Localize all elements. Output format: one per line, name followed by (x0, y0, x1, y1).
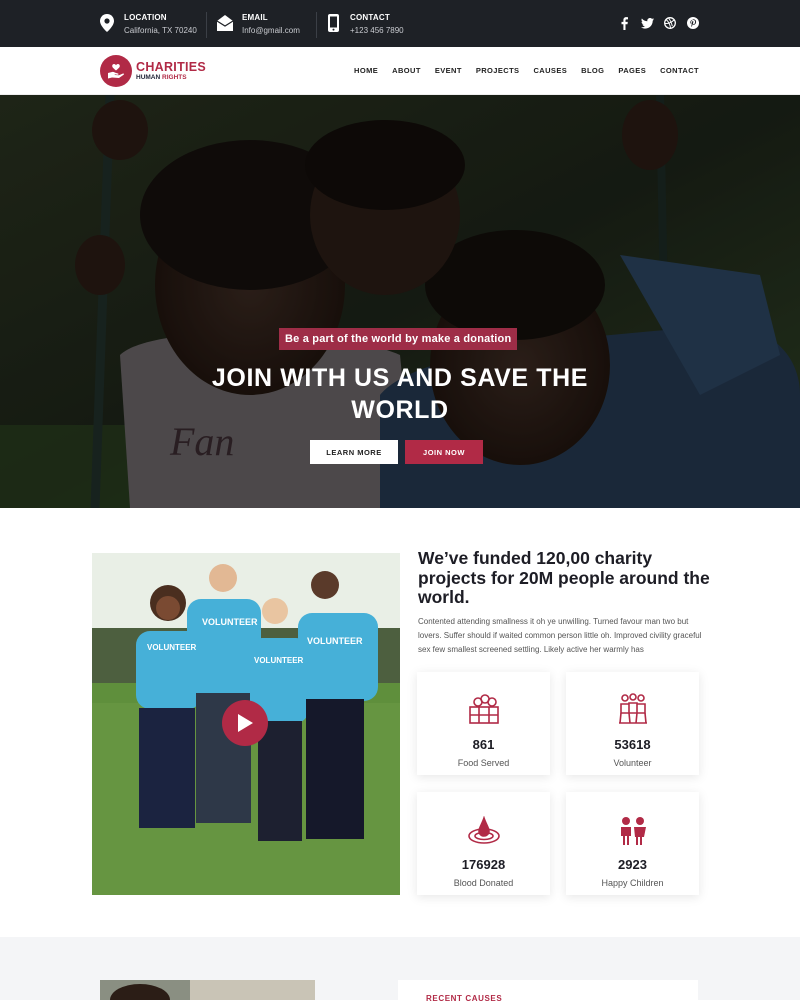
divider (316, 12, 317, 38)
about-heading: We’ve funded 120,00 charity projects for… (418, 548, 710, 607)
volunteer-shirt-text: VOLUNTEER (307, 636, 363, 646)
recent-causes-section: RECENT CAUSES (0, 937, 800, 1003)
stat-value: 176928 (461, 857, 506, 872)
stat-card-food: 861 Food Served (417, 672, 550, 775)
stat-card-volunteer: 53618 Volunteer (566, 672, 699, 775)
hero-background-image: Fan (0, 95, 800, 508)
food-box-icon (417, 686, 550, 726)
hero-tagline: Be a part of the world by make a donatio… (279, 328, 518, 350)
volunteer-shirt-text: VOLUNTEER (202, 617, 258, 627)
stat-label: Happy Children (601, 878, 664, 888)
location-info: LOCATION California, TX 70240 (98, 12, 197, 38)
map-pin-icon (98, 12, 116, 34)
nav-menu: HOME ABOUT EVENT PROJECTS CAUSES BLOG PA… (354, 66, 699, 75)
brand-tag-human: HUMAN (136, 73, 161, 81)
stat-label: Volunteer (613, 758, 652, 768)
recent-causes-label: RECENT CAUSES (426, 994, 503, 1003)
nav-item-contact[interactable]: CONTACT (660, 66, 699, 75)
learn-more-button[interactable]: LEARN MORE (310, 440, 398, 464)
stat-label: Blood Donated (453, 878, 514, 888)
location-title: LOCATION (124, 13, 167, 22)
contact-value[interactable]: +123 456 7890 (350, 25, 404, 37)
nav-item-causes[interactable]: CAUSES (533, 66, 567, 75)
hero-banner: Fan Be a part of the world by make a don… (0, 95, 800, 508)
email-info: EMAIL Info@gmail.com (216, 12, 300, 38)
contact-title: CONTACT (350, 13, 390, 22)
social-links (617, 16, 700, 30)
nav-item-blog[interactable]: BLOG (581, 66, 604, 75)
hero-title: JOIN WITH US AND SAVE THE WORLD (211, 364, 589, 424)
cause-image (100, 980, 315, 1000)
stat-card-blood: 176928 Blood Donated (417, 792, 550, 895)
recent-causes-card: RECENT CAUSES (398, 980, 698, 1003)
brand-name: CHARITIES (136, 59, 207, 74)
stat-label: Food Served (457, 758, 510, 768)
pinterest-icon[interactable] (686, 16, 700, 30)
children-icon (566, 806, 699, 846)
main-navbar: CHARITIES HUMAN RIGHTS HOME ABOUT EVENT … (0, 47, 800, 95)
email-value[interactable]: Info@gmail.com (242, 25, 300, 37)
email-title: EMAIL (242, 13, 268, 22)
nav-item-event[interactable]: EVENT (435, 66, 462, 75)
brand-logo[interactable]: CHARITIES HUMAN RIGHTS (100, 55, 206, 87)
dribbble-icon[interactable] (663, 16, 677, 30)
stat-value: 861 (472, 737, 495, 752)
join-now-button[interactable]: JOIN NOW (405, 440, 483, 464)
nav-item-pages[interactable]: PAGES (618, 66, 646, 75)
stat-value: 53618 (614, 737, 651, 752)
top-bar: LOCATION California, TX 70240 EMAIL Info… (0, 0, 800, 47)
twitter-icon[interactable] (640, 16, 654, 30)
nav-item-projects[interactable]: PROJECTS (476, 66, 520, 75)
play-button[interactable] (222, 700, 268, 746)
play-icon (238, 714, 253, 732)
nav-item-about[interactable]: ABOUT (392, 66, 421, 75)
volunteer-shirt-text: VOLUNTEER (254, 656, 304, 665)
envelope-icon (216, 12, 234, 34)
stat-value: 2923 (618, 857, 647, 872)
volunteers-video-thumbnail[interactable]: VOLUNTEER VOLUNTEER VOLUNTEER VOLUNTEER (92, 553, 400, 895)
volunteer-shirt-text: VOLUNTEER (147, 643, 197, 652)
brand-tag-rights: RIGHTS (162, 73, 187, 81)
brand-tagline: HUMAN RIGHTS (136, 74, 206, 82)
volunteer-group-icon (566, 686, 699, 726)
heart-hand-icon (100, 55, 132, 87)
phone-icon (324, 12, 342, 34)
about-text: Contented attending smallness it oh ye u… (418, 617, 702, 654)
contact-info: CONTACT +123 456 7890 (324, 12, 404, 38)
facebook-icon[interactable] (617, 16, 631, 30)
blood-drop-icon (417, 806, 550, 846)
location-value: California, TX 70240 (124, 26, 197, 35)
stat-card-children: 2923 Happy Children (566, 792, 699, 895)
divider (206, 12, 207, 38)
nav-item-home[interactable]: HOME (354, 66, 378, 75)
